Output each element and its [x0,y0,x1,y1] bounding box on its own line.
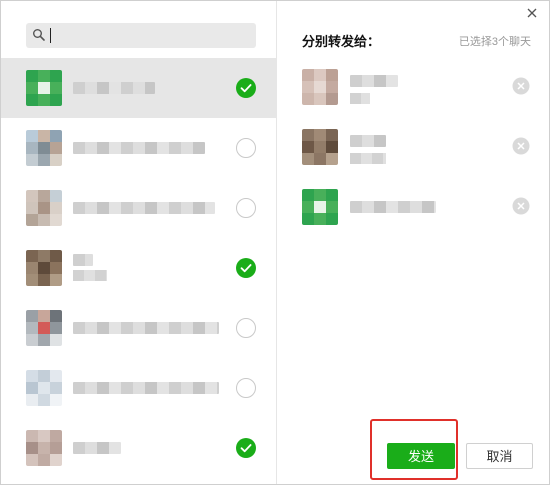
avatar [26,70,62,106]
contact-name-blurred [73,82,155,94]
avatar [26,130,62,166]
checked-icon[interactable] [236,438,256,458]
selected-chat-item [278,63,549,123]
contact-name [1,178,2,179]
avatar [26,250,62,286]
search-box[interactable] [26,23,256,48]
contact-name [1,418,2,419]
contact-name-blurred [73,322,219,334]
send-button[interactable]: 发送 [387,443,455,469]
contact-row[interactable] [1,178,276,238]
forward-dialog: 分别转发给： 已选择3个聊天 发送 取消 [0,0,550,485]
unchecked-circle-icon[interactable] [236,198,256,218]
dialog-title: 分别转发给： [302,34,381,49]
selected-chat-item [278,123,549,183]
selected-chat-subtext-blurred [350,93,370,104]
unchecked-circle-icon[interactable] [236,138,256,158]
contact-name [1,238,2,239]
text-cursor [50,28,51,43]
selected-list [278,63,549,243]
avatar [302,189,338,225]
search-icon [33,29,45,41]
selected-chat-name [278,123,279,124]
unchecked-circle-icon[interactable] [236,318,256,338]
contact-name-blurred [73,442,121,454]
selected-chat-name [278,63,279,64]
contact-name-blurred [73,382,219,394]
unchecked-circle-icon[interactable] [236,378,256,398]
contact-row[interactable] [1,298,276,358]
contact-row[interactable] [1,58,276,118]
contact-list[interactable] [1,58,276,478]
contact-panel [1,1,277,484]
avatar [302,69,338,105]
close-icon[interactable] [525,6,539,20]
checked-icon[interactable] [236,78,256,98]
contact-name [1,358,2,359]
contact-name [1,298,2,299]
contact-row[interactable] [1,418,276,478]
selected-chat-name-blurred [350,75,398,87]
avatar [26,430,62,466]
contact-subtext-blurred [73,270,107,281]
contact-name [1,58,2,59]
remove-icon[interactable] [512,137,530,155]
selected-chat-item [278,183,549,243]
contact-name-blurred [73,202,215,214]
remove-icon[interactable] [512,77,530,95]
selected-chat-subtext-blurred [350,153,386,164]
avatar [26,370,62,406]
contact-row[interactable] [1,358,276,418]
contact-name [1,118,2,119]
avatar [26,190,62,226]
search-input[interactable] [50,26,250,45]
selected-count: 已选择3个聊天 [458,36,531,48]
selected-chat-name [278,183,279,184]
selected-chat-name-blurred [350,135,386,147]
avatar [26,310,62,346]
checked-icon[interactable] [236,258,256,278]
cancel-button[interactable]: 取消 [466,443,533,469]
contact-name-blurred [73,142,205,154]
selected-chat-name-blurred [350,201,436,213]
contact-name-blurred [73,254,93,266]
contact-row[interactable] [1,238,276,298]
avatar [302,129,338,165]
contact-row[interactable] [1,118,276,178]
remove-icon[interactable] [512,197,530,215]
